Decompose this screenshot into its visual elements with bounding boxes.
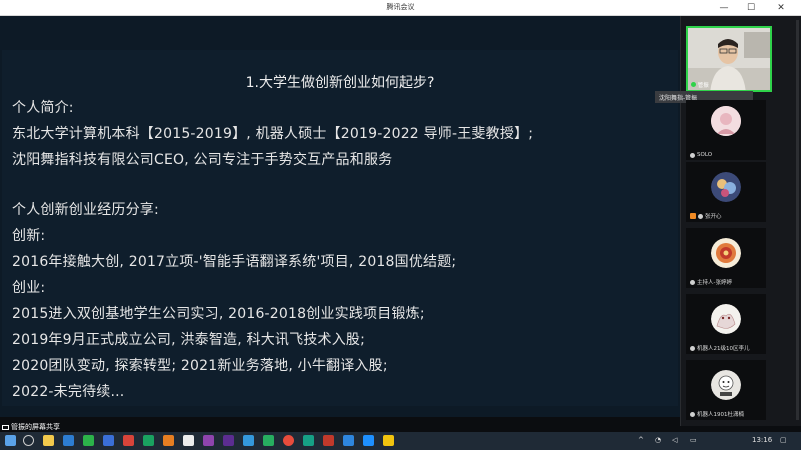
microphone-icon bbox=[690, 279, 695, 285]
participant-name: 主持人-张婷婷 bbox=[690, 278, 732, 286]
slide-line: 2016年接触大创, 2017立项-'智能手语翻译系统'项目, 2018国优结题… bbox=[12, 254, 457, 270]
microphone-icon bbox=[690, 152, 695, 158]
search-icon[interactable] bbox=[23, 435, 34, 446]
participant-tile[interactable]: 张开心 bbox=[686, 162, 766, 222]
microphone-icon bbox=[698, 213, 703, 219]
app-icon[interactable] bbox=[123, 435, 134, 446]
slide: 1.大学生做创新创业如何起步? 个人简介: 东北大学计算机本科【2015-201… bbox=[2, 50, 678, 406]
window-titlebar: 腾讯会议 — ☐ ✕ bbox=[0, 0, 801, 16]
screen-share-area: 1.大学生做创新创业如何起步? 个人简介: 东北大学计算机本科【2015-201… bbox=[0, 16, 680, 417]
participant-tile[interactable]: 机器人21级10区李儿 bbox=[686, 294, 766, 354]
window-title: 腾讯会议 bbox=[386, 3, 415, 11]
slide-line: 2015进入双创基地学生公司实习, 2016-2018创业实践项目锻炼; bbox=[12, 306, 425, 322]
slide-line: 创业: bbox=[12, 280, 46, 296]
avatar bbox=[711, 106, 741, 136]
app-icon[interactable] bbox=[103, 435, 114, 446]
share-label-text: 管振的屏幕共享 bbox=[11, 423, 60, 431]
microphone-icon bbox=[690, 345, 695, 351]
microphone-icon bbox=[690, 411, 695, 417]
network-icon[interactable]: ◔ bbox=[655, 436, 661, 444]
slide-line: 创新: bbox=[12, 228, 46, 244]
battery-icon[interactable]: ▭ bbox=[690, 436, 697, 444]
slide-line: 2020团队变动, 探索转型; 2021新业务落地, 小牛翻译入股; bbox=[12, 358, 388, 374]
chrome-icon[interactable] bbox=[283, 435, 294, 446]
app-icon[interactable] bbox=[363, 435, 374, 446]
app-icon[interactable] bbox=[143, 435, 154, 446]
avatar bbox=[711, 172, 741, 202]
participant-tile[interactable]: 机器人1901杜潇楠 bbox=[686, 360, 766, 420]
slide-line: 个人创新创业经历分享: bbox=[12, 202, 159, 218]
app-icon[interactable] bbox=[243, 435, 254, 446]
share-label: 管振的屏幕共享 bbox=[2, 422, 60, 432]
app-icon[interactable] bbox=[183, 435, 194, 446]
visual-studio-icon[interactable] bbox=[203, 435, 214, 446]
tray-chevron-icon[interactable]: ^ bbox=[638, 436, 644, 444]
slide-line: 东北大学计算机本科【2015-2019】, 机器人硕士【2019-2022 导师… bbox=[12, 126, 534, 142]
avatar bbox=[711, 370, 741, 400]
slide-line: 2022-未完待续... bbox=[12, 384, 125, 400]
screen-share-icon bbox=[2, 424, 9, 430]
avatar bbox=[711, 238, 741, 268]
participant-name: SOLO bbox=[690, 152, 712, 158]
app-icon[interactable] bbox=[263, 435, 274, 446]
notification-icon[interactable]: ▢ bbox=[780, 436, 787, 444]
slide-line: 2019年9月正式成立公司, 洪泰智造, 科大讯飞技术入股; bbox=[12, 332, 366, 348]
share-status-bar bbox=[0, 417, 680, 425]
windows-start-icon[interactable] bbox=[5, 435, 16, 446]
participant-name: 张开心 bbox=[690, 212, 722, 220]
app-icon[interactable] bbox=[323, 435, 334, 446]
maximize-icon[interactable]: ☐ bbox=[740, 0, 762, 16]
app-icon[interactable] bbox=[383, 435, 394, 446]
participant-name: 管振 bbox=[691, 81, 709, 89]
app-icon[interactable] bbox=[303, 435, 314, 446]
user-icon bbox=[690, 213, 696, 219]
app-icon[interactable] bbox=[163, 435, 174, 446]
microphone-icon bbox=[691, 82, 696, 87]
slide-line: 个人简介: bbox=[12, 100, 74, 116]
participant-name: 机器人21级10区李儿 bbox=[690, 344, 750, 352]
windows-taskbar: ^ ◔ ◁ ▭ 13:16 ▢ bbox=[0, 432, 801, 450]
meeting-app-icon[interactable] bbox=[343, 435, 354, 446]
volume-icon[interactable]: ◁ bbox=[672, 436, 677, 444]
close-icon[interactable]: ✕ bbox=[770, 0, 792, 16]
participant-tile[interactable]: 主持人-张婷婷 bbox=[686, 228, 766, 288]
clock-time[interactable]: 13:16 bbox=[752, 436, 772, 444]
app-icon[interactable] bbox=[223, 435, 234, 446]
slide-line: 沈阳舞指科技有限公司CEO, 公司专注于手势交互产品和服务 bbox=[12, 152, 393, 168]
participant-name: 机器人1901杜潇楠 bbox=[690, 410, 744, 418]
participant-tile[interactable]: SOLO bbox=[686, 100, 766, 160]
active-speaker-video[interactable]: 管振 bbox=[686, 26, 772, 92]
avatar bbox=[711, 304, 741, 334]
panel-scrollbar[interactable] bbox=[796, 20, 799, 420]
browser-icon[interactable] bbox=[63, 435, 74, 446]
wechat-icon[interactable] bbox=[83, 435, 94, 446]
minimize-icon[interactable]: — bbox=[713, 0, 735, 16]
file-explorer-icon[interactable] bbox=[43, 435, 54, 446]
slide-title: 1.大学生做创新创业如何起步? bbox=[245, 75, 435, 91]
